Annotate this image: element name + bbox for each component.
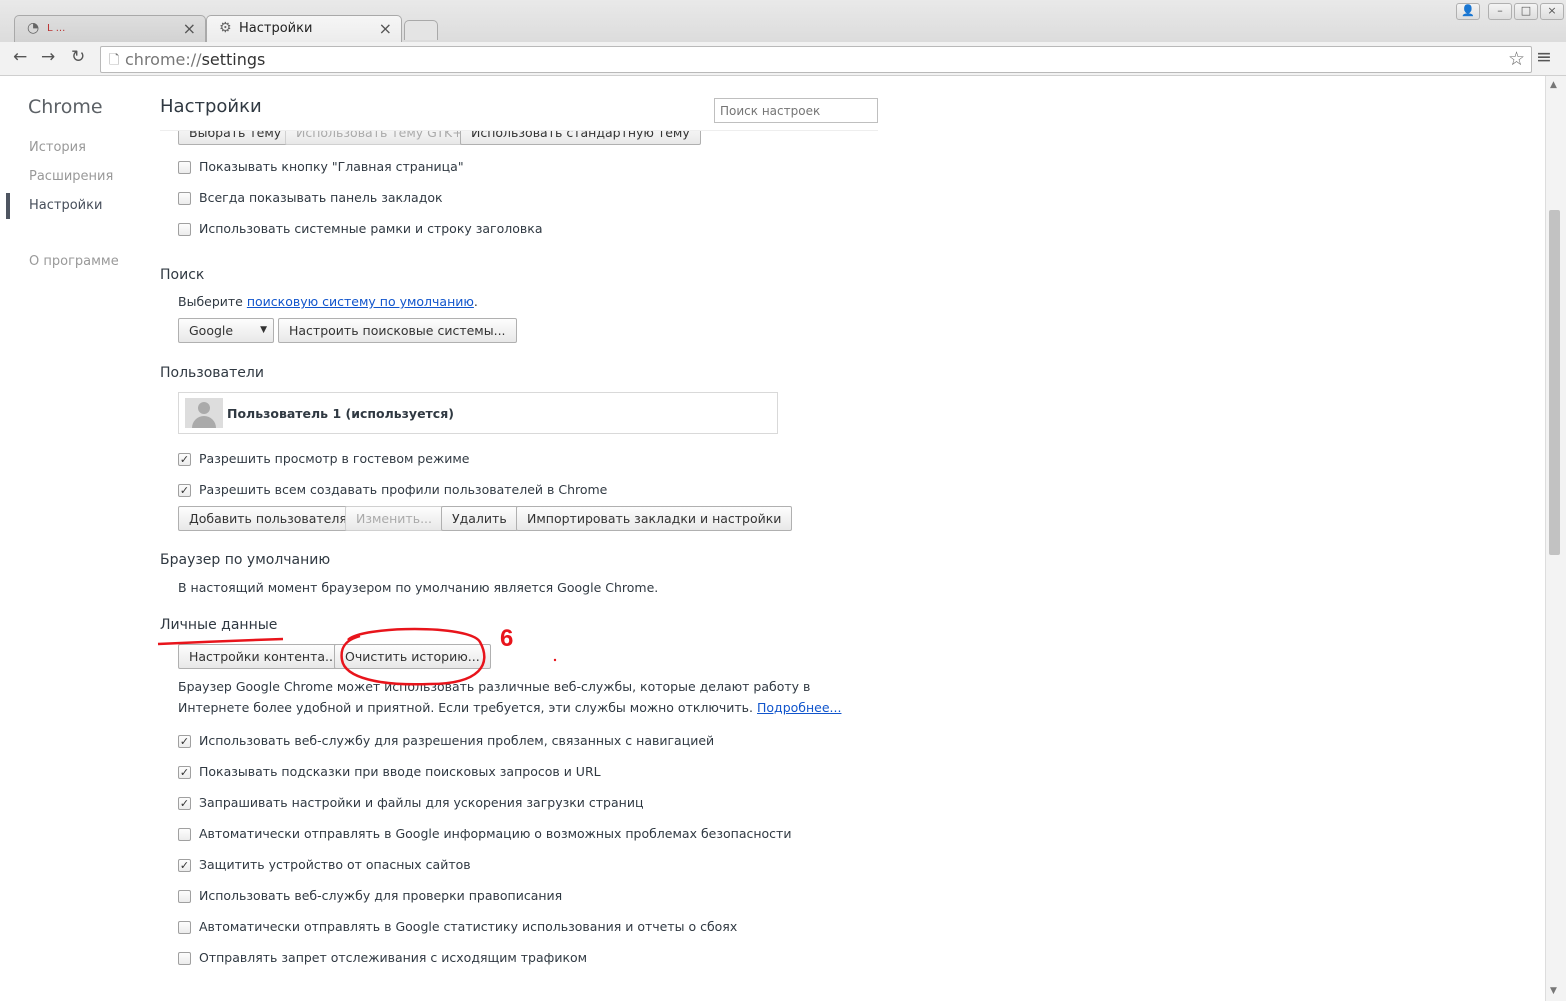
circle-annotation — [340, 627, 486, 686]
annotation-number: 6 — [500, 625, 514, 652]
dot-annotation — [553, 658, 557, 662]
annotation-layer — [157, 627, 557, 686]
underline-annotation — [157, 637, 284, 646]
